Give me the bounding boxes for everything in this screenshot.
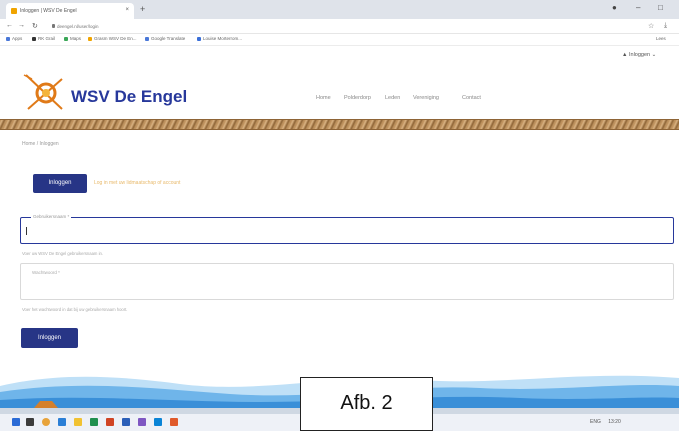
address-bar-row: ← → ↻ deengel.nl/user/login ☆ ⤓: [0, 19, 679, 34]
bookmark-icon: [32, 36, 36, 41]
bookmark-maps[interactable]: Maps: [64, 36, 81, 41]
password-field[interactable]: Wachtwoord *: [20, 263, 674, 300]
chrome-icon[interactable]: [42, 418, 50, 426]
maps-icon: [64, 36, 68, 41]
figure-caption: Afb. 2: [300, 377, 433, 431]
folder-icon[interactable]: [74, 418, 82, 426]
word-icon[interactable]: [122, 418, 130, 426]
login-button-top[interactable]: Inloggen: [33, 174, 87, 193]
text-caret: [26, 227, 27, 235]
reload-icon[interactable]: ↻: [32, 22, 38, 30]
bookmark-icon: [197, 36, 201, 41]
excel-icon[interactable]: [90, 418, 98, 426]
username-field[interactable]: Gebruikersnaam *: [20, 214, 674, 244]
start-icon[interactable]: [12, 418, 20, 426]
clock: 13:20: [608, 419, 621, 425]
url-text: deengel.nl/user/login: [57, 24, 99, 29]
brand-name[interactable]: WSV De Engel: [71, 87, 187, 107]
menu-item-polderdorp[interactable]: Polderdorp: [344, 95, 371, 101]
bookmark-translate[interactable]: Google Translate: [145, 36, 185, 41]
bookmark-apps[interactable]: Apps: [6, 36, 22, 41]
bookmark-louise[interactable]: Louise Morterrom...: [197, 36, 242, 41]
tab-title: Inloggen | WSV De Engel: [20, 8, 77, 14]
forward-icon[interactable]: →: [18, 22, 25, 29]
reading-list[interactable]: Lees: [656, 36, 666, 41]
screenshot: Inloggen | WSV De Engel × + ● – □ ← → ↻ …: [0, 0, 679, 431]
password-hint: Voer het wachtwoord in dat bij uw gebrui…: [22, 307, 128, 312]
login-notice: Log in met uw lidmaatschap of account: [94, 180, 181, 186]
powerpoint-icon[interactable]: [106, 418, 114, 426]
maximize-icon[interactable]: □: [658, 3, 663, 12]
app-icon[interactable]: [170, 418, 178, 426]
menu-item-vereniging[interactable]: Vereniging: [413, 95, 439, 101]
minimize-icon[interactable]: –: [636, 3, 640, 12]
username-label: Gebruikersnaam *: [31, 214, 72, 219]
teams-icon[interactable]: [138, 418, 146, 426]
bookmark-wsv[interactable]: Grasm WSV De En...: [88, 36, 137, 41]
browser-tab[interactable]: Inloggen | WSV De Engel ×: [6, 3, 134, 19]
breadcrumb[interactable]: Home / Inloggen: [22, 141, 59, 147]
download-icon[interactable]: ⤓: [664, 22, 667, 30]
browser-tab-bar: Inloggen | WSV De Engel × + ● – □: [0, 0, 679, 19]
bookmark-icon: [88, 36, 92, 41]
star-icon[interactable]: ☆: [648, 22, 654, 30]
profile-icon[interactable]: ●: [612, 3, 617, 12]
compass-logo-icon: [23, 74, 63, 110]
password-label: Wachtwoord *: [32, 270, 60, 275]
user-menu[interactable]: ▲ Inloggen ⌄: [622, 52, 656, 58]
bookmark-grail[interactable]: RK Grail: [32, 36, 55, 41]
search-icon[interactable]: [26, 418, 34, 426]
back-icon[interactable]: ←: [6, 22, 13, 29]
rope-divider: [0, 119, 679, 130]
chevron-down-icon: ⌄: [650, 52, 657, 58]
favicon-icon: [11, 8, 17, 14]
submit-login-button[interactable]: Inloggen: [21, 328, 78, 348]
menu-item-leden[interactable]: Leden: [385, 95, 400, 101]
new-tab-button[interactable]: +: [140, 4, 145, 14]
bookmarks-bar: Apps RK Grail Maps Grasm WSV De En... Go…: [0, 34, 679, 46]
url-field[interactable]: deengel.nl/user/login: [52, 22, 182, 31]
edge-icon[interactable]: [58, 418, 66, 426]
username-hint: Voer uw WSV De Engel gebruikersnaam in.: [22, 251, 103, 256]
menu-item-contact[interactable]: Contact: [462, 95, 481, 101]
outlook-icon[interactable]: [154, 418, 162, 426]
lock-icon: [52, 24, 55, 28]
close-tab-icon[interactable]: ×: [125, 7, 129, 13]
translate-icon: [145, 36, 149, 41]
user-icon: ▲: [622, 52, 629, 58]
apps-icon: [6, 36, 10, 41]
system-tray[interactable]: ENG 13:20: [590, 419, 621, 425]
menu-item-home[interactable]: Home: [316, 95, 331, 101]
